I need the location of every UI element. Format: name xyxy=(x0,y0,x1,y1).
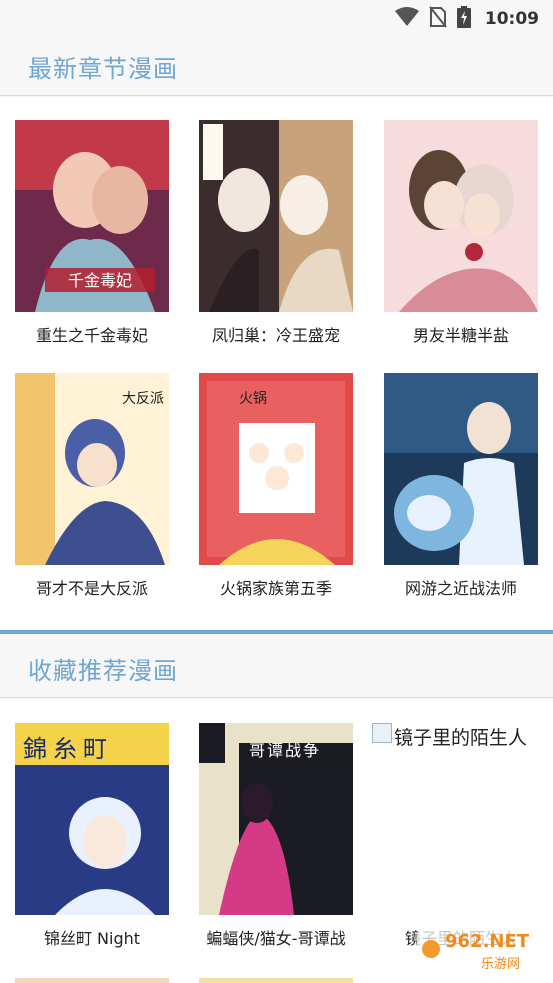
watermark-brand: 962.NET xyxy=(445,931,530,952)
comic-title[interactable]: 男友半糖半盐 xyxy=(369,322,553,346)
comic-card[interactable]: 哥谭战争 蝙蝠侠/猫女-哥谭战 xyxy=(199,723,353,949)
comic-cover[interactable] xyxy=(199,120,353,312)
comic-title[interactable]: 重生之千金毒妃 xyxy=(0,322,184,346)
comic-card[interactable]: 錦糸町 锦丝町 Night xyxy=(15,723,169,949)
recommend-section-header: 收藏推荐漫画 xyxy=(0,640,553,698)
broken-image: 镜子里的陌生人 xyxy=(372,723,552,750)
comic-title[interactable]: 锦丝町 Night xyxy=(0,925,184,949)
comic-title[interactable]: 网游之近战法师 xyxy=(369,575,553,599)
broken-image-icon xyxy=(372,723,392,743)
comic-cover[interactable] xyxy=(384,120,538,312)
broken-image-alt: 镜子里的陌生人 xyxy=(394,727,528,749)
comic-card[interactable]: 凤归巢：冷王盛宠 xyxy=(199,120,353,346)
comic-card[interactable]: 网游之近战法师 xyxy=(384,373,538,599)
comic-cover[interactable] xyxy=(384,373,538,565)
comic-cover[interactable]: 镜子里的陌生人 xyxy=(372,723,552,915)
status-bar: 10:09 xyxy=(0,0,553,38)
comic-cover[interactable]: 錦糸町 xyxy=(15,723,169,915)
svg-text:火锅: 火锅 xyxy=(239,391,267,407)
latest-section-title: 最新章节漫画 xyxy=(28,55,178,83)
comic-title[interactable]: 凤归巢：冷王盛宠 xyxy=(184,322,368,346)
comic-card[interactable]: 火锅 火锅家族第五季 xyxy=(199,373,353,599)
svg-text:大反派: 大反派 xyxy=(122,391,164,407)
comic-title[interactable]: 蝙蝠侠/猫女-哥谭战 xyxy=(184,925,368,949)
comic-title[interactable]: 火锅家族第五季 xyxy=(184,575,368,599)
svg-text:千金毒妃: 千金毒妃 xyxy=(68,271,132,290)
comic-cover[interactable]: 火锅 xyxy=(199,373,353,565)
latest-grid: 千金毒妃 重生之千金毒妃 凤归巢：冷王盛宠 男友半糖半盐 大反派 哥才不是大反派… xyxy=(0,97,553,630)
comic-title[interactable]: 哥才不是大反派 xyxy=(0,575,184,599)
battery-charging-icon xyxy=(456,6,471,32)
comic-cover[interactable]: 哥谭战争 xyxy=(199,723,353,915)
cover-title: 哥谭战争 xyxy=(249,741,322,760)
watermark-logo: 962.NET 乐游网 xyxy=(417,923,547,977)
wifi-icon xyxy=(394,7,419,31)
recommend-section-title: 收藏推荐漫画 xyxy=(28,657,178,685)
no-sim-icon xyxy=(429,6,447,32)
clock: 10:09 xyxy=(484,9,539,29)
comic-card[interactable]: 镜子里的陌生人 镜子里的陌生人 xyxy=(372,723,552,949)
comic-cover[interactable]: 千金毒妃 xyxy=(15,120,169,312)
section-divider xyxy=(0,630,553,634)
latest-section-header: 最新章节漫画 xyxy=(0,38,553,96)
next-row-peek xyxy=(15,978,537,983)
cover-title: 錦糸町 xyxy=(23,735,113,763)
comic-card[interactable]: 千金毒妃 重生之千金毒妃 xyxy=(15,120,169,346)
comic-card[interactable]: 大反派 哥才不是大反派 xyxy=(15,373,169,599)
comic-cover[interactable]: 大反派 xyxy=(15,373,169,565)
watermark-sub: 乐游网 xyxy=(481,957,521,972)
comic-card[interactable]: 男友半糖半盐 xyxy=(384,120,538,346)
